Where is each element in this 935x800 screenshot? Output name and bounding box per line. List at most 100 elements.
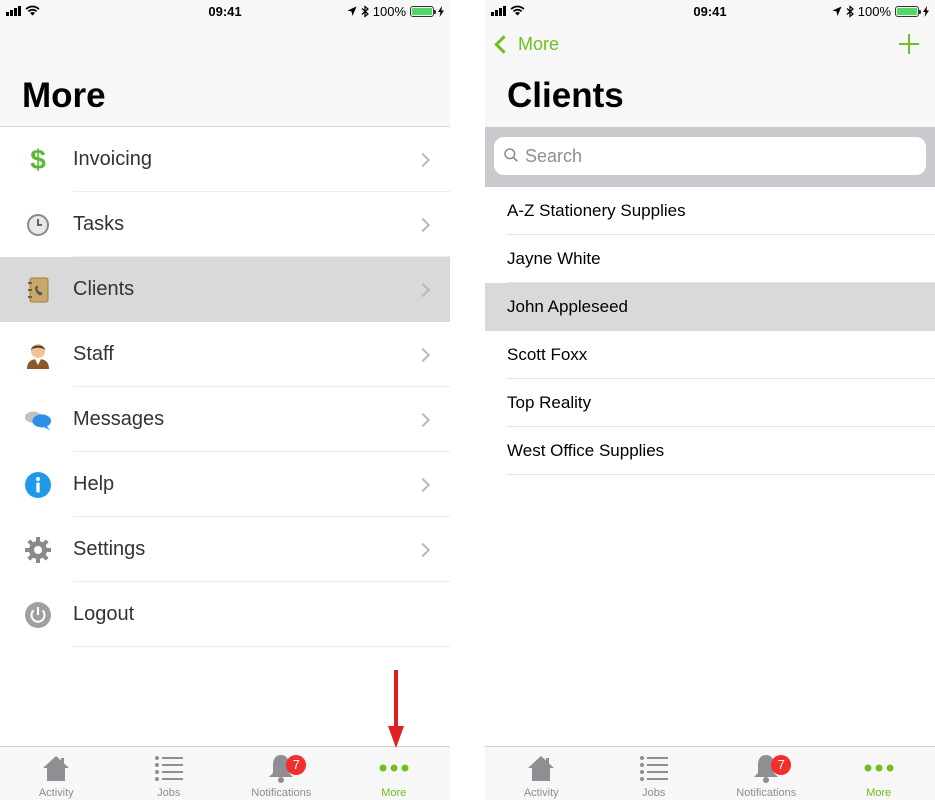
client-name: West Office Supplies [507, 441, 665, 460]
menu-item-label: Logout [73, 603, 135, 625]
search-bar-container [485, 127, 935, 187]
search-input[interactable] [525, 145, 915, 167]
tab-more[interactable]: More [338, 747, 451, 800]
list-item-client[interactable]: Jayne White [485, 235, 935, 283]
divider [507, 474, 935, 475]
chevron-right-icon [415, 217, 431, 232]
more-dots-icon [862, 753, 896, 783]
menu-item-label: Invoicing [73, 148, 152, 170]
house-icon [39, 753, 73, 783]
status-bar: 09:41 100% [485, 0, 935, 24]
menu-item-clients[interactable]: Clients [0, 257, 450, 322]
menu-item-tasks[interactable]: Tasks [0, 192, 450, 257]
more-dots-icon [377, 753, 411, 783]
address-book-icon [24, 276, 52, 304]
tab-activity[interactable]: Activity [485, 747, 598, 800]
list-item-client[interactable]: Scott Foxx [485, 331, 935, 379]
tab-activity[interactable]: Activity [0, 747, 113, 800]
tab-label: Notifications [251, 787, 312, 799]
battery-icon [410, 6, 436, 17]
chevron-right-icon [415, 282, 431, 297]
menu-item-logout[interactable]: Logout [0, 582, 450, 647]
power-icon [24, 601, 52, 629]
chevron-right-icon [415, 347, 431, 362]
client-name: A-Z Stationery Supplies [507, 201, 686, 220]
tab-label: Jobs [642, 787, 666, 799]
client-name: Jayne White [507, 249, 601, 268]
search-field[interactable] [494, 137, 926, 175]
menu-item-label: Staff [73, 343, 114, 365]
search-icon [504, 148, 518, 162]
menu-item-label: Messages [73, 408, 165, 430]
list-item-client[interactable]: John Appleseed [485, 283, 935, 331]
more-screen: 09:41 100% More $ Invoicing Tasks Client… [0, 0, 450, 800]
client-name: John Appleseed [507, 297, 628, 316]
tab-notifications[interactable]: 7 Notifications [225, 747, 338, 800]
menu-item-label: Tasks [73, 213, 125, 235]
list-item-client[interactable]: West Office Supplies [485, 427, 935, 475]
tab-label: Jobs [157, 787, 181, 799]
chevron-left-icon [494, 35, 513, 54]
info-icon [24, 471, 52, 499]
menu-item-settings[interactable]: Settings [0, 517, 450, 582]
add-client-button[interactable] [897, 32, 921, 56]
bell-icon: 7 [749, 753, 792, 783]
tab-label: Activity [523, 787, 559, 799]
charging-bolt-icon [923, 6, 929, 17]
more-menu-list: $ Invoicing Tasks Clients Staff Messages… [0, 127, 450, 647]
client-list: A-Z Stationery Supplies Jayne White John… [485, 187, 935, 475]
clients-screen: 09:41 100% More Clients A-Z Statione [485, 0, 935, 800]
tab-label: More [381, 787, 407, 799]
bell-icon: 7 [264, 753, 307, 783]
chevron-right-icon [415, 477, 431, 492]
battery-icon [895, 6, 921, 17]
back-label: More [518, 34, 560, 54]
bluetooth-icon [846, 5, 854, 18]
gear-icon [24, 536, 52, 564]
house-icon [524, 753, 558, 783]
back-button[interactable]: More [494, 34, 560, 55]
tab-jobs[interactable]: Jobs [113, 747, 226, 800]
tab-bar: Activity Jobs 7 Notifications More [485, 746, 935, 800]
divider [73, 646, 450, 647]
status-right: 100% [347, 4, 444, 19]
person-icon [24, 341, 52, 369]
location-arrow-icon [347, 6, 357, 16]
battery-percentage: 100% [857, 4, 891, 19]
tab-notifications[interactable]: 7 Notifications [710, 747, 823, 800]
page-title: Clients [507, 76, 624, 115]
location-arrow-icon [832, 6, 842, 16]
tab-label: Notifications [736, 787, 797, 799]
list-icon [637, 753, 671, 783]
menu-item-help[interactable]: Help [0, 452, 450, 517]
header-area: 09:41 100% More Clients [485, 0, 935, 127]
bluetooth-icon [361, 5, 369, 18]
list-icon [152, 753, 186, 783]
menu-item-messages[interactable]: Messages [0, 387, 450, 452]
menu-item-staff[interactable]: Staff [0, 322, 450, 387]
notification-badge: 7 [771, 755, 792, 775]
chevron-right-icon [415, 152, 431, 167]
status-bar: 09:41 100% [0, 0, 450, 24]
battery-percentage: 100% [372, 4, 406, 19]
list-item-client[interactable]: A-Z Stationery Supplies [485, 187, 935, 235]
dollar-icon: $ [30, 143, 46, 175]
client-name: Scott Foxx [507, 345, 588, 364]
header-area: 09:41 100% More [0, 0, 450, 127]
clock-icon [24, 211, 52, 239]
tab-bar: Activity Jobs 7 Notifications More [0, 746, 450, 800]
tab-label: Activity [38, 787, 74, 799]
chevron-right-icon [415, 542, 431, 557]
menu-item-label: Help [73, 473, 115, 495]
tab-jobs[interactable]: Jobs [598, 747, 711, 800]
menu-item-label: Settings [73, 538, 146, 560]
chevron-right-icon [415, 412, 431, 427]
list-item-client[interactable]: Top Reality [485, 379, 935, 427]
menu-item-invoicing[interactable]: $ Invoicing [0, 127, 450, 192]
red-down-arrow-annotation [388, 670, 404, 748]
client-name: Top Reality [507, 393, 592, 412]
status-right: 100% [832, 4, 929, 19]
tab-more[interactable]: More [823, 747, 935, 800]
tab-label: More [866, 787, 892, 799]
charging-bolt-icon [438, 6, 444, 17]
